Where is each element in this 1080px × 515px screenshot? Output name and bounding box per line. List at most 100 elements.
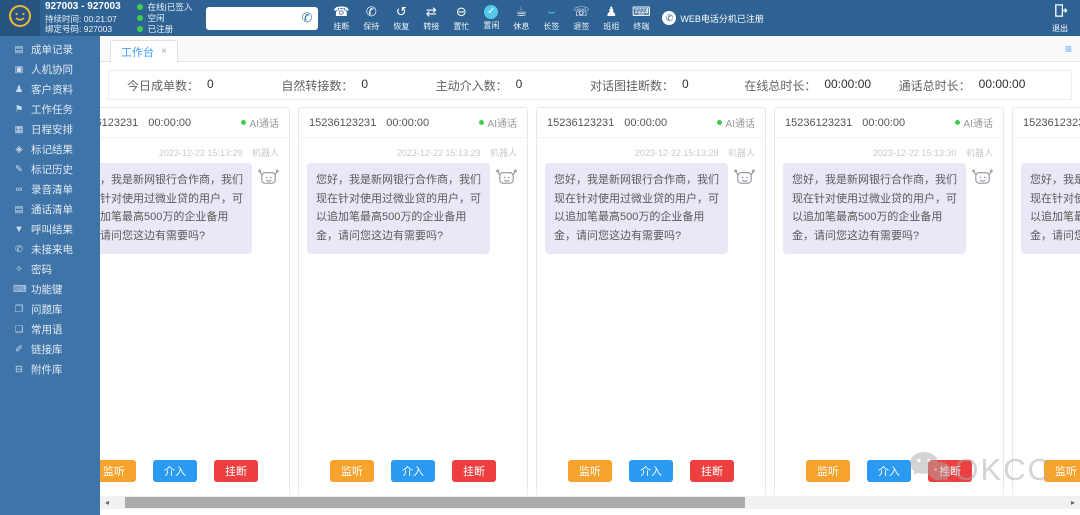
sidebar-item[interactable]: ⊟ 附件库: [0, 359, 100, 379]
chat-area: 2023-12-22 15:13:29 机器人 您好，我是新网银行合作商，我们现…: [100, 138, 289, 450]
resume-call-icon: ↺: [395, 4, 407, 19]
message-meta: 2023-12-22 15:13:29 机器人: [545, 146, 755, 159]
sidebar-item[interactable]: ✆ 未接来电: [0, 239, 100, 259]
tab-workbench[interactable]: 工作台 ×: [110, 40, 178, 62]
monitor-button[interactable]: 监听: [1044, 460, 1080, 482]
sidebar-item[interactable]: ∞ 录音清单: [0, 179, 100, 199]
sidebar-item[interactable]: ✐ 链接库: [0, 339, 100, 359]
horizontal-scrollbar[interactable]: ◂ ▸: [100, 496, 1080, 509]
scroll-right-arrow-icon[interactable]: ▸: [1066, 496, 1080, 509]
telephony-action-button[interactable]: ☏ 退签: [566, 4, 596, 32]
sidebar-item[interactable]: ▤ 通话清单: [0, 199, 100, 219]
sidebar-item[interactable]: ▤ 成单记录: [0, 39, 100, 59]
sidebar-item[interactable]: ❑ 常用语: [0, 319, 100, 339]
hold-call-icon: ✆: [365, 4, 377, 19]
sidebar-item[interactable]: ❐ 问题库: [0, 299, 100, 319]
hangup-button[interactable]: 挂断: [690, 460, 734, 482]
telephony-action-button[interactable]: ☎ 挂断: [326, 4, 356, 32]
telephony-action-button[interactable]: ⊖ 置忙: [446, 4, 476, 32]
telephony-action-label: 转接: [423, 22, 440, 31]
telephony-action-button[interactable]: ↺ 恢复: [386, 4, 416, 32]
agent-status-row: 已注册: [136, 24, 193, 35]
sidebar-item[interactable]: ◈ 标记结果: [0, 139, 100, 159]
telephony-action-button[interactable]: ✓ 置闲: [476, 4, 506, 32]
phrases-icon: ❑: [14, 323, 24, 335]
call-card: 15236123231 00:00:00 AI通话 2023-12-22 15:…: [774, 107, 1004, 495]
sidebar-item[interactable]: ▦ 日程安排: [0, 119, 100, 139]
call-card-header: 15236123231 00:00:00 AI通话: [299, 108, 527, 138]
hangup-button[interactable]: 挂断: [214, 460, 258, 482]
hangup-button[interactable]: 挂断: [452, 460, 496, 482]
agent-bound-number: 绑定号码: 927003: [45, 24, 113, 35]
sidebar-item[interactable]: ♟ 客户资料: [0, 79, 100, 99]
telephony-action-button[interactable]: ⌣ 长签: [536, 4, 566, 32]
monitor-button[interactable]: 监听: [100, 460, 136, 482]
logout-button[interactable]: 退出: [1052, 3, 1068, 34]
tab-close-icon[interactable]: ×: [161, 46, 167, 57]
monitor-button[interactable]: 监听: [330, 460, 374, 482]
sidebar-item[interactable]: ✧ 密码: [0, 259, 100, 279]
caller-number: 15236123231: [785, 116, 853, 129]
message-meta: 2023-12-22 15:13:29 机器人: [100, 146, 279, 159]
caller-number: 15236123231: [309, 116, 377, 129]
telephony-action-button[interactable]: ⌨ 终端: [626, 4, 656, 32]
dial-number-input[interactable]: [206, 8, 300, 28]
intervene-button[interactable]: 介入: [629, 460, 673, 482]
call-card-actions: 监听 介入 挂断: [775, 450, 1003, 495]
status-dot-icon: [136, 4, 143, 10]
sidebar-item-label: 呼叫结果: [31, 223, 73, 236]
stat-value: 00:00:00: [978, 76, 1026, 91]
telephony-action-button[interactable]: ☕ 休息: [506, 4, 536, 32]
call-duration: 00:00:00: [624, 116, 668, 129]
intervene-button[interactable]: 介入: [391, 460, 435, 482]
scroll-left-arrow-icon[interactable]: ◂: [100, 496, 114, 509]
call-duration: 00:00:00: [148, 116, 192, 129]
telephony-action-label: 置忙: [453, 22, 470, 31]
telephony-action-label: 退签: [573, 22, 590, 31]
telephony-action-label: 班组: [603, 22, 620, 31]
sidebar-item[interactable]: ▼ 呼叫结果: [0, 219, 100, 239]
monitor-button[interactable]: 监听: [568, 460, 612, 482]
call-card-header: 15236123231 00:00:00 AI通话: [100, 108, 289, 138]
intervene-button[interactable]: 介入: [867, 460, 911, 482]
sidebar-item[interactable]: ⌨ 功能键: [0, 279, 100, 299]
dial-box: ✆: [206, 6, 319, 30]
telephony-action-button[interactable]: ⇄ 转接: [416, 4, 446, 32]
telephony-action-label: 长签: [543, 22, 560, 31]
telephony-action-button[interactable]: ♟ 班组: [596, 4, 626, 32]
dial-call-icon[interactable]: ✆: [299, 10, 318, 26]
sidebar-item-label: 标记结果: [31, 143, 73, 156]
stat-label: 今日成单数：: [127, 78, 200, 93]
stat-value: 0: [515, 76, 523, 91]
call-card: 15236123231 00:00:00 AI通话 2023-12-22 15:…: [536, 107, 766, 495]
message-timestamp: 2023-12-22 15:13:29: [158, 148, 243, 158]
agent-status-row: 空闲: [136, 13, 193, 24]
telephony-action-label: 休息: [513, 22, 530, 31]
message-bubble: 您好，我是新网银行合作商，我们现在针对使用过微业贷的用户，可以追加笔最高500万…: [783, 163, 966, 254]
caller-number: 15236123231: [1023, 116, 1080, 129]
call-card: 15236123231 00:00:00 AI通话 2023-12-22 15:…: [100, 107, 290, 495]
chat-area: 2023-12-22 15:13:30 机器人 您好，我是新网银行合作商，我们现…: [1013, 138, 1080, 450]
tab-menu-icon[interactable]: ≡: [1065, 43, 1072, 55]
sidebar-item[interactable]: ✎ 标记历史: [0, 159, 100, 179]
stat-item: 对话图挂断数： 0: [590, 77, 744, 94]
order-record-icon: ▤: [14, 43, 24, 55]
ai-call-dot-icon: [716, 120, 722, 125]
call-result-icon: ▼: [14, 223, 24, 235]
intervene-button[interactable]: 介入: [153, 460, 197, 482]
hangup-button[interactable]: 挂断: [928, 460, 972, 482]
monitor-button[interactable]: 监听: [806, 460, 850, 482]
stats-bar: 今日成单数： 0 自然转接数： 0 主动介入数： 0 对话图挂断数： 0 在线总…: [108, 70, 1072, 100]
sidebar-item-label: 问题库: [31, 303, 63, 316]
transfer-icon: ⇄: [425, 4, 437, 19]
agent-info: 927003 - 927003 持续时间: 00:21:07 绑定号码: 927…: [45, 1, 121, 35]
sidebar-item[interactable]: ⚑ 工作任务: [0, 99, 100, 119]
sidebar-item[interactable]: ▣ 人机协同: [0, 59, 100, 79]
stat-item: 今日成单数： 0: [127, 77, 281, 94]
call-list-icon: ▤: [14, 203, 24, 215]
chat-area: 2023-12-22 15:13:29 机器人 您好，我是新网银行合作商，我们现…: [299, 138, 527, 450]
message-sender: 机器人: [727, 148, 755, 158]
attachment-lib-icon: ⊟: [15, 363, 23, 375]
scrollbar-thumb[interactable]: [125, 497, 745, 508]
telephony-action-button[interactable]: ✆ 保持: [356, 4, 386, 32]
